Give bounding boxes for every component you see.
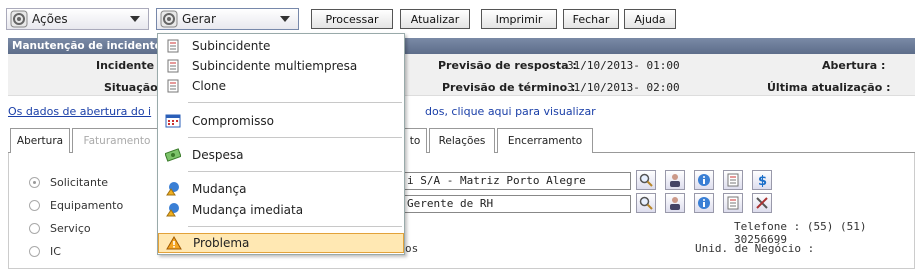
previsao-resposta-value: 31/10/2013- 01:00	[567, 59, 680, 72]
radio-label: IC	[50, 245, 61, 258]
fechar-button[interactable]: Fechar	[563, 9, 619, 29]
tab-encerramento[interactable]: Encerramento	[497, 128, 593, 153]
toolbar: Ações Gerar Processar Atualizar Imprimir…	[0, 0, 915, 34]
chevron-down-icon	[280, 16, 290, 22]
menu-item-mudanca[interactable]: Mudança	[158, 179, 404, 199]
menu-item-label: Compromisso	[192, 114, 274, 128]
search-icon	[639, 196, 653, 210]
info-panel: Incidente : Situação : Previsão de respo…	[8, 54, 915, 96]
form-area: Solicitante Equipamento Serviço IC i S/A…	[8, 153, 915, 269]
tools-icon	[756, 197, 768, 209]
page-title: Manutenção de incidente	[8, 38, 915, 54]
radio-label: Equipamento	[50, 199, 124, 212]
menu-separator	[188, 137, 402, 138]
incidente-label: Incidente :	[96, 59, 163, 72]
solicitante-field[interactable]: i S/A - Matriz Porto Alegre	[405, 172, 631, 190]
menu-separator	[188, 102, 402, 103]
menu-separator	[188, 226, 402, 227]
calendar-icon	[164, 113, 182, 129]
document-icon	[727, 196, 739, 210]
document-button[interactable]	[723, 193, 743, 213]
imprimir-button[interactable]: Imprimir	[481, 9, 557, 29]
money-icon	[164, 147, 182, 163]
menu-item-clone[interactable]: Clone	[158, 76, 404, 96]
gerar-label: Gerar	[182, 12, 216, 26]
tab-abertura[interactable]: Abertura	[10, 128, 70, 153]
tab-partial[interactable]: to	[404, 128, 427, 153]
money-button[interactable]: $	[752, 170, 772, 190]
radio-ic[interactable]: IC	[29, 245, 61, 258]
dados-abertura-link[interactable]: Os dados de abertura do i dos, clique aq…	[8, 105, 596, 118]
info-button[interactable]	[694, 193, 714, 213]
radio-button[interactable]	[29, 223, 40, 234]
menu-item-label: Problema	[193, 236, 250, 250]
info-button[interactable]	[694, 170, 714, 190]
document-icon	[727, 173, 739, 187]
search-button[interactable]	[636, 193, 656, 213]
radio-servico[interactable]: Serviço	[29, 222, 91, 235]
menu-item-label: Mudança	[192, 182, 247, 196]
svg-text:$: $	[758, 174, 767, 187]
menu-item-problema[interactable]: Problema	[158, 233, 404, 253]
menu-item-label: Subincidente	[192, 39, 271, 53]
dollar-icon: $	[758, 174, 767, 187]
processar-button[interactable]: Processar	[311, 9, 393, 29]
menu-separator	[188, 171, 402, 172]
acoes-dropdown[interactable]: Ações	[6, 8, 149, 30]
gerar-dropdown[interactable]: Gerar	[156, 8, 299, 30]
document-icon	[164, 58, 182, 74]
unid-negocio-label: Unid. de Negócio :	[695, 242, 815, 255]
info-icon	[698, 174, 710, 186]
gerar-menu: Subincidente Subincidente multiempresa C…	[157, 33, 405, 255]
acoes-label: Ações	[32, 12, 68, 26]
previsao-termino-label: Previsão de término :	[442, 81, 576, 94]
ajuda-button[interactable]: Ajuda	[624, 9, 676, 29]
user-button[interactable]	[665, 193, 685, 213]
warning-icon	[165, 235, 183, 251]
document-icon	[164, 38, 182, 54]
ultima-atualizacao-label: Última atualização :	[767, 81, 891, 94]
change-icon	[164, 181, 182, 197]
tab-relacoes[interactable]: Relações	[429, 128, 495, 153]
document-button[interactable]	[723, 170, 743, 190]
tools-button[interactable]	[752, 193, 772, 213]
gear-icon	[10, 10, 28, 28]
menu-item-compromisso[interactable]: Compromisso	[158, 111, 404, 131]
partial-text: os	[405, 242, 419, 255]
radio-label: Solicitante	[50, 176, 109, 189]
info-icon	[698, 197, 710, 209]
link-part2[interactable]: dos, clique aqui para visualizar	[425, 105, 596, 118]
radio-equipamento[interactable]: Equipamento	[29, 199, 123, 212]
chevron-down-icon	[130, 16, 140, 22]
menu-item-label: Clone	[192, 79, 227, 93]
menu-item-label: Mudança imediata	[192, 203, 304, 217]
menu-item-subincidente[interactable]: Subincidente	[158, 36, 404, 56]
user-button[interactable]	[665, 170, 685, 190]
user-icon	[670, 197, 680, 210]
radio-button[interactable]	[29, 177, 40, 188]
radio-label: Serviço	[50, 222, 91, 235]
radio-button[interactable]	[29, 246, 40, 257]
previsao-resposta-label: Previsão de resposta :	[438, 59, 577, 72]
tab-bar: Abertura Faturamento to Relações Encerra…	[8, 125, 915, 153]
document-icon	[164, 78, 182, 94]
radio-button[interactable]	[29, 200, 40, 211]
tab-faturamento[interactable]: Faturamento	[72, 128, 162, 153]
menu-item-label: Subincidente multiempresa	[192, 59, 358, 73]
user-icon	[670, 174, 680, 187]
search-icon	[639, 173, 653, 187]
atualizar-button[interactable]: Atualizar	[400, 9, 470, 29]
change-icon	[164, 202, 182, 218]
previsao-termino-value: 31/10/2013- 02:00	[567, 81, 680, 94]
gear-icon	[160, 10, 178, 28]
menu-item-label: Despesa	[192, 148, 244, 162]
menu-item-mudanca-imediata[interactable]: Mudança imediata	[158, 200, 404, 220]
menu-item-despesa[interactable]: Despesa	[158, 145, 404, 165]
abertura-label: Abertura :	[822, 59, 886, 72]
equipamento-field[interactable]: Gerente de RH	[405, 195, 631, 213]
link-part1[interactable]: Os dados de abertura do i	[8, 105, 151, 118]
menu-item-subincidente-multiempresa[interactable]: Subincidente multiempresa	[158, 56, 404, 76]
search-button[interactable]	[636, 170, 656, 190]
radio-solicitante[interactable]: Solicitante	[29, 176, 108, 189]
